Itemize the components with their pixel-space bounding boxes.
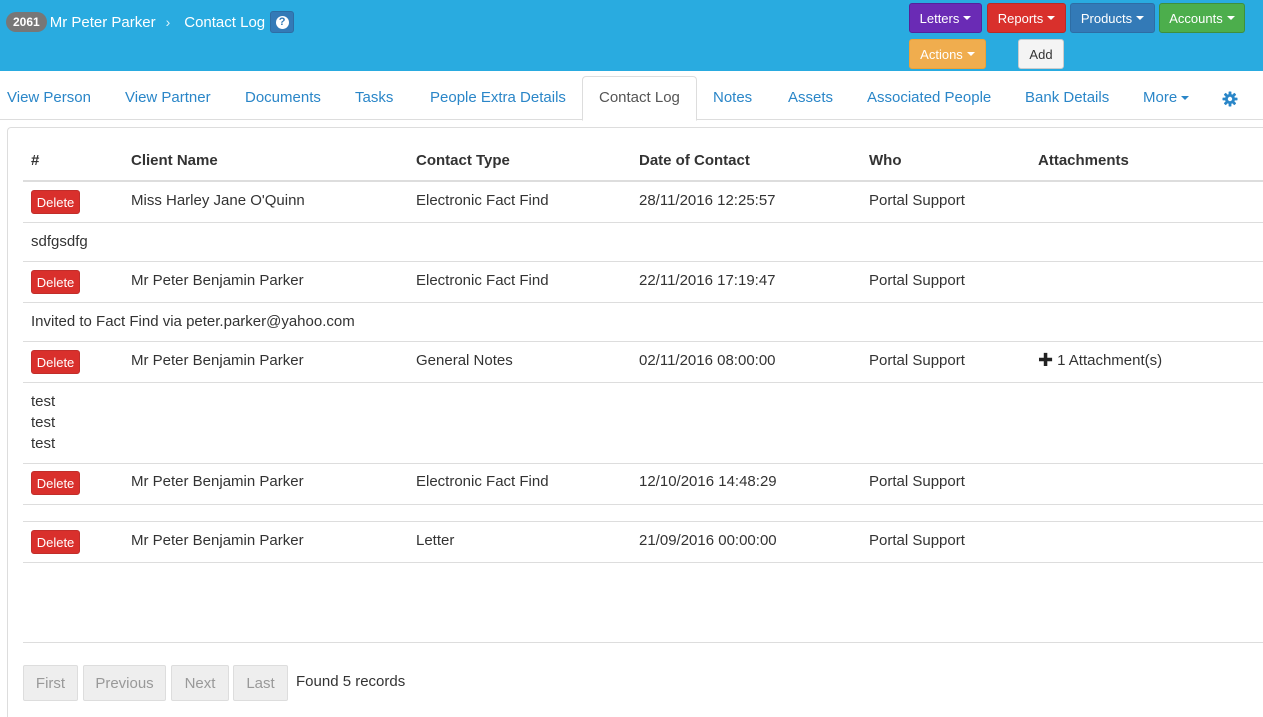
- delete-button[interactable]: Delete: [31, 270, 80, 294]
- date-cell: 22/11/2016 17:19:47: [639, 272, 776, 289]
- accounts-button[interactable]: Accounts: [1159, 3, 1245, 33]
- date-cell: 21/09/2016 00:00:00: [639, 532, 777, 549]
- tab-contact-log[interactable]: Contact Log: [582, 76, 697, 121]
- caret-down-icon: [1226, 16, 1235, 20]
- row-divider: [23, 382, 1263, 383]
- caret-down-icon: [1047, 16, 1056, 20]
- accounts-button-label: Accounts: [1169, 10, 1223, 26]
- products-button[interactable]: Products: [1070, 3, 1155, 33]
- breadcrumb-separator: ›: [165, 14, 171, 30]
- page-title: Contact Log: [184, 13, 266, 31]
- attachments-label: 1 Attachment(s): [1057, 352, 1163, 369]
- who-cell: Portal Support: [869, 192, 965, 209]
- help-button[interactable]: ?: [270, 11, 295, 33]
- tab-view-partner[interactable]: View Partner: [125, 76, 211, 120]
- add-button[interactable]: Add: [1018, 39, 1064, 69]
- tab-more[interactable]: More: [1143, 76, 1190, 120]
- content-panel: [7, 127, 1263, 717]
- column-header-number: #: [31, 152, 40, 169]
- record-count: Found 5 records: [296, 673, 406, 690]
- tab-notes[interactable]: Notes: [713, 76, 752, 120]
- caret-down-icon: [1136, 16, 1145, 20]
- who-cell: Portal Support: [869, 272, 965, 289]
- actions-button[interactable]: Actions: [909, 39, 986, 69]
- reports-button[interactable]: Reports: [987, 3, 1066, 33]
- plus-icon: ✚: [1038, 350, 1054, 370]
- caret-down-icon: [963, 16, 972, 20]
- contact-note-line: test: [31, 435, 56, 452]
- delete-button[interactable]: Delete: [31, 350, 80, 374]
- letters-button[interactable]: Letters: [909, 3, 982, 33]
- contact-note-line: test: [31, 393, 56, 410]
- client-name-cell: Mr Peter Benjamin Parker: [131, 473, 304, 490]
- contact-note: Invited to Fact Find via peter.parker@ya…: [31, 313, 355, 330]
- contact-note-line: test: [31, 414, 56, 431]
- contact-type-cell: Electronic Fact Find: [416, 192, 549, 209]
- tab-bank-details[interactable]: Bank Details: [1025, 76, 1109, 120]
- tab-more-label: More: [1143, 89, 1178, 106]
- row-divider: [23, 562, 1263, 563]
- client-name-cell: Miss Harley Jane O'Quinn: [131, 192, 305, 209]
- person-name-link[interactable]: Mr Peter Parker: [50, 14, 156, 31]
- tab-tasks[interactable]: Tasks: [355, 76, 393, 120]
- tab-bar: View Person View Partner Documents Tasks…: [0, 76, 1263, 121]
- client-name-cell: Mr Peter Benjamin Parker: [131, 352, 304, 369]
- contact-note: sdfgsdfg: [31, 233, 88, 250]
- who-cell: Portal Support: [869, 532, 965, 549]
- column-header-client-name[interactable]: Client Name: [131, 152, 218, 169]
- row-divider: [23, 521, 1263, 522]
- tab-associated-people[interactable]: Associated People: [867, 76, 991, 120]
- contact-type-cell: General Notes: [416, 352, 513, 369]
- header-divider: [23, 180, 1263, 182]
- column-header-date-of-contact[interactable]: Date of Contact: [639, 152, 750, 169]
- products-button-label: Products: [1080, 10, 1133, 26]
- who-cell: Portal Support: [869, 352, 965, 369]
- delete-button[interactable]: Delete: [31, 530, 80, 554]
- row-divider: [23, 463, 1263, 464]
- row-divider: [23, 222, 1263, 223]
- column-header-contact-type[interactable]: Contact Type: [416, 152, 510, 169]
- letters-button-label: Letters: [919, 10, 960, 26]
- client-name-cell: Mr Peter Benjamin Parker: [131, 532, 304, 549]
- column-header-attachments: Attachments: [1038, 152, 1129, 169]
- caret-down-icon: [966, 52, 975, 56]
- tab-view-person[interactable]: View Person: [7, 76, 91, 120]
- pager-last-button[interactable]: Last: [233, 665, 288, 701]
- row-divider: [23, 302, 1263, 303]
- who-cell: Portal Support: [869, 473, 965, 490]
- attachments-link[interactable]: ✚ 1 Attachment(s): [1038, 350, 1162, 371]
- table-footer-divider: [23, 642, 1263, 643]
- delete-button[interactable]: Delete: [31, 471, 80, 495]
- tab-people-extra-details[interactable]: People Extra Details: [430, 76, 566, 120]
- pager-first-button[interactable]: First: [23, 665, 78, 701]
- contact-type-cell: Electronic Fact Find: [416, 272, 549, 289]
- row-divider: [23, 261, 1263, 262]
- tab-documents[interactable]: Documents: [245, 76, 321, 120]
- top-header: 2061 Mr Peter Parker › Contact Log ? Let…: [0, 0, 1263, 71]
- actions-button-label: Actions: [920, 46, 963, 62]
- pager-next-button[interactable]: Next: [171, 665, 229, 701]
- column-header-who[interactable]: Who: [869, 152, 901, 169]
- question-mark-icon: ?: [275, 15, 289, 29]
- contact-type-cell: Letter: [416, 532, 455, 549]
- row-divider: [23, 504, 1263, 505]
- tab-assets[interactable]: Assets: [788, 76, 833, 120]
- pager-previous-button[interactable]: Previous: [83, 665, 166, 701]
- date-cell: 12/10/2016 14:48:29: [639, 473, 777, 490]
- caret-down-icon: [1181, 96, 1190, 101]
- record-id-badge: 2061: [6, 12, 47, 32]
- date-cell: 28/11/2016 12:25:57: [639, 192, 776, 209]
- delete-button[interactable]: Delete: [31, 190, 80, 214]
- date-cell: 02/11/2016 08:00:00: [639, 352, 776, 369]
- reports-button-label: Reports: [997, 10, 1044, 26]
- row-divider: [23, 341, 1263, 342]
- contact-type-cell: Electronic Fact Find: [416, 473, 549, 490]
- client-name-cell: Mr Peter Benjamin Parker: [131, 272, 304, 289]
- breadcrumb: 2061 Mr Peter Parker › Contact Log ?: [6, 10, 295, 34]
- gear-icon[interactable]: [1222, 91, 1238, 107]
